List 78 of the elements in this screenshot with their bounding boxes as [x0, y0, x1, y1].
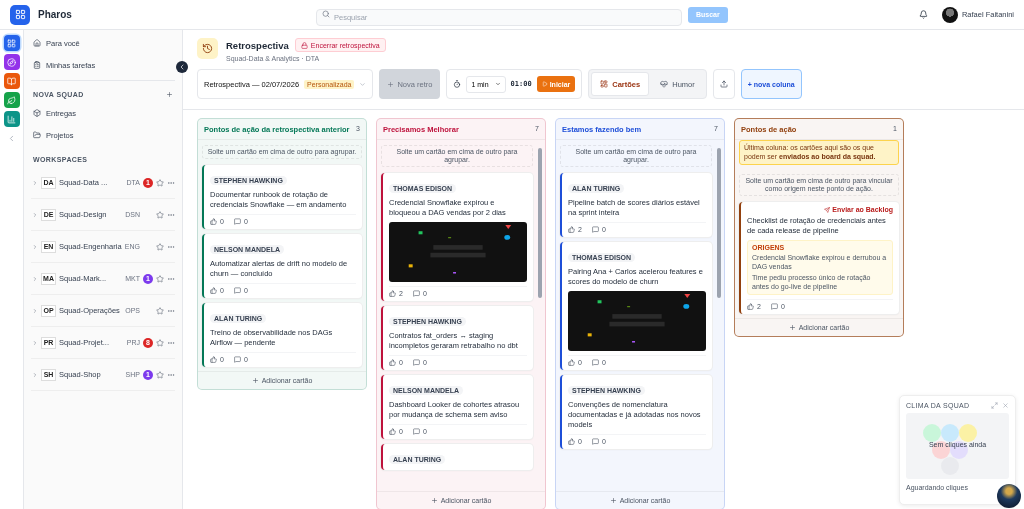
- thumbs-up-icon: [389, 290, 396, 297]
- compass-icon: [7, 57, 16, 67]
- bell-icon[interactable]: [918, 10, 928, 19]
- timer-icon: [453, 80, 462, 88]
- thumbs-up-icon: [210, 287, 217, 294]
- chevron-right-icon[interactable]: [32, 371, 38, 378]
- app-name: Pharos: [38, 9, 73, 20]
- star-icon[interactable]: [156, 274, 164, 283]
- comment-icon: [412, 428, 420, 435]
- rail-button[interactable]: [3, 35, 20, 51]
- assistant-avatar[interactable]: [997, 484, 1021, 508]
- plus-icon: [430, 497, 438, 504]
- plus-icon: [387, 80, 395, 88]
- thumbs-up-icon: [210, 218, 217, 225]
- home-icon: [33, 39, 41, 47]
- comment-icon: [591, 438, 599, 445]
- star-icon[interactable]: [156, 338, 164, 347]
- comment-icon: [233, 356, 241, 363]
- close-icon[interactable]: [1002, 402, 1009, 409]
- upload-icon: [719, 80, 728, 88]
- plus-icon[interactable]: [166, 91, 173, 98]
- chevron-right-icon[interactable]: [32, 275, 38, 282]
- book-icon: [7, 76, 16, 86]
- comment-icon: [412, 359, 420, 366]
- app-logo[interactable]: [10, 4, 30, 25]
- heart-icon: [660, 80, 669, 88]
- plus-icon: [788, 324, 796, 331]
- comment-icon: [412, 290, 420, 297]
- chevron-down-icon: [494, 81, 501, 87]
- thumbs-up-icon: [568, 438, 575, 445]
- search-icon: [322, 10, 330, 18]
- plus-icon: [609, 497, 617, 504]
- chevron-left-icon[interactable]: [7, 134, 16, 143]
- send-icon: [824, 206, 831, 213]
- lock-icon: [300, 41, 308, 49]
- chevron-right-icon[interactable]: [32, 211, 38, 218]
- thumbs-up-icon: [389, 428, 396, 435]
- collapse-button[interactable]: [176, 61, 188, 73]
- chart-icon: [7, 114, 16, 124]
- thumbs-up-icon: [568, 226, 575, 233]
- comment-icon: [233, 218, 241, 225]
- thumbs-up-icon: [568, 359, 575, 366]
- chevron-right-icon[interactable]: [32, 339, 38, 346]
- retro-card[interactable]: [739, 202, 899, 314]
- comment-icon: [591, 359, 599, 366]
- user-avatar[interactable]: [941, 6, 958, 23]
- leaf-icon: [7, 95, 16, 105]
- comment-icon: [233, 287, 241, 294]
- play-icon: [541, 81, 548, 87]
- history-icon: [197, 38, 218, 59]
- thumbs-up-icon: [210, 356, 217, 363]
- expand-icon[interactable]: [991, 402, 998, 409]
- star-icon[interactable]: [156, 306, 164, 315]
- rail-button[interactable]: [3, 73, 20, 89]
- rail-button[interactable]: [3, 111, 20, 127]
- folder-icon: [33, 131, 41, 139]
- star-icon[interactable]: [156, 242, 164, 251]
- rail-button[interactable]: [3, 54, 20, 70]
- grid-icon: [7, 38, 16, 48]
- chevron-down-icon: [359, 80, 367, 88]
- chevron-right-icon[interactable]: [32, 307, 38, 314]
- box-icon: [33, 109, 41, 117]
- star-icon[interactable]: [156, 210, 164, 219]
- star-icon[interactable]: [156, 178, 164, 187]
- star-icon[interactable]: [156, 370, 164, 379]
- comment-icon: [770, 303, 778, 310]
- thumbs-up-icon: [389, 359, 396, 366]
- cards-icon: [600, 80, 609, 88]
- plus-icon: [251, 377, 259, 384]
- page-title: Retrospectiva: [226, 39, 289, 51]
- comment-icon: [591, 226, 599, 233]
- thumbs-up-icon: [747, 303, 754, 310]
- clipboard-icon: [33, 61, 41, 69]
- chevron-left-icon: [178, 63, 186, 71]
- chevron-right-icon[interactable]: [32, 243, 38, 250]
- rail-button[interactable]: [3, 92, 20, 108]
- chevron-right-icon[interactable]: [32, 179, 38, 186]
- export-button[interactable]: [712, 69, 735, 99]
